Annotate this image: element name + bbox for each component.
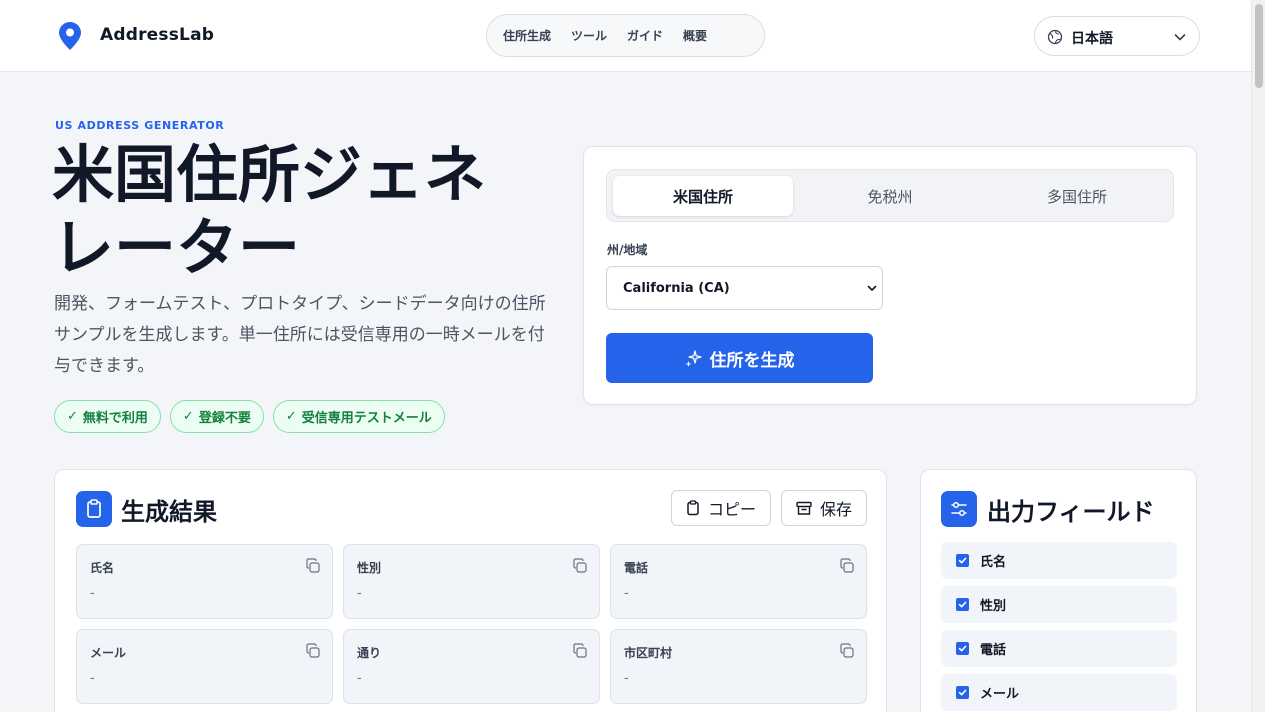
copy-icon[interactable]	[839, 643, 855, 659]
chevron-down-icon	[1174, 34, 1186, 41]
output-field-email-toggle[interactable]: メール	[941, 674, 1177, 711]
copy-icon[interactable]	[572, 643, 588, 659]
state-field-label: 州/地域	[607, 243, 648, 257]
state-select[interactable]: California (CA)	[606, 266, 883, 310]
checkbox-checked-icon[interactable]	[956, 642, 969, 655]
result-field-city: 市区町村 -	[610, 629, 867, 704]
sliders-icon	[941, 491, 977, 527]
field-value: -	[624, 586, 629, 601]
checkbox-label: 氏名	[980, 555, 1007, 570]
copy-icon[interactable]	[839, 558, 855, 574]
checkbox-checked-icon[interactable]	[956, 554, 969, 567]
tab-multi-country[interactable]: 多国住所	[987, 176, 1167, 216]
result-field-gender: 性別 -	[343, 544, 600, 619]
field-label: 氏名	[90, 561, 115, 575]
badge-free: ✓ 無料で利用	[54, 400, 161, 433]
generator-card: 米国住所 免税州 多国住所 州/地域 California (CA) 住所を生成	[583, 146, 1197, 405]
output-field-phone-toggle[interactable]: 電話	[941, 630, 1177, 667]
field-label: 電話	[624, 561, 649, 575]
field-value: -	[90, 671, 95, 686]
check-icon: ✓	[182, 409, 194, 424]
clipboard-icon	[687, 500, 699, 516]
scrollbar-thumb[interactable]	[1255, 4, 1263, 88]
output-fields-title: 出力フィールド	[987, 498, 1155, 526]
save-button[interactable]: 保存	[781, 490, 867, 526]
tab-tax-free-states[interactable]: 免税州	[800, 176, 980, 216]
checkbox-label: メール	[980, 687, 1020, 702]
feature-badges: ✓ 無料で利用 ✓ 登録不要 ✓ 受信専用テストメール	[54, 400, 445, 433]
field-label: 性別	[357, 561, 382, 575]
badge-label: 無料で利用	[82, 411, 148, 426]
result-field-email: メール -	[76, 629, 333, 704]
field-value: -	[357, 671, 362, 686]
field-value: -	[357, 586, 362, 601]
archive-icon	[796, 501, 812, 515]
generate-address-button[interactable]: 住所を生成	[606, 333, 873, 383]
badge-no-signup: ✓ 登録不要	[169, 400, 264, 433]
field-value: -	[624, 671, 629, 686]
output-field-name-toggle[interactable]: 氏名	[941, 542, 1177, 579]
checkbox-checked-icon[interactable]	[956, 598, 969, 611]
sparkles-icon	[685, 349, 702, 367]
field-label: 通り	[357, 646, 382, 660]
state-select-value: California (CA)	[623, 281, 730, 296]
copy-button[interactable]: コピー	[671, 490, 771, 526]
page-title: 米国住所ジェネレーター	[52, 138, 487, 285]
field-label: 市区町村	[624, 646, 673, 660]
nav-item-generate[interactable]: 住所生成	[503, 27, 551, 44]
save-button-label: 保存	[820, 500, 853, 519]
copy-icon[interactable]	[305, 643, 321, 659]
generator-tabs: 米国住所 免税州 多国住所	[606, 169, 1174, 222]
copy-icon[interactable]	[572, 558, 588, 574]
chevron-down-icon	[867, 285, 877, 291]
result-field-phone: 電話 -	[610, 544, 867, 619]
tab-us-address[interactable]: 米国住所	[613, 176, 793, 216]
output-fields-card: 出力フィールド 氏名 性別 電話 メール	[920, 469, 1197, 712]
badge-test-email: ✓ 受信専用テストメール	[272, 400, 445, 433]
globe-icon	[1047, 29, 1063, 45]
page-scrollbar[interactable]	[1251, 0, 1265, 712]
results-title: 生成結果	[121, 498, 217, 526]
generate-button-label: 住所を生成	[709, 350, 795, 371]
field-label: メール	[90, 646, 127, 660]
map-pin-icon	[59, 22, 81, 50]
badge-label: 登録不要	[198, 411, 251, 426]
nav-item-about[interactable]: 概要	[683, 27, 707, 44]
logo-text[interactable]: AddressLab	[100, 25, 214, 45]
clipboard-icon	[76, 491, 112, 527]
hero-eyebrow: US ADDRESS GENERATOR	[55, 119, 225, 132]
checkbox-checked-icon[interactable]	[956, 686, 969, 699]
check-icon: ✓	[285, 409, 297, 424]
checkbox-label: 性別	[980, 599, 1007, 614]
copy-icon[interactable]	[305, 558, 321, 574]
badge-label: 受信専用テストメール	[301, 411, 432, 426]
field-value: -	[90, 586, 95, 601]
result-field-name: 氏名 -	[76, 544, 333, 619]
check-icon: ✓	[67, 409, 78, 424]
nav-item-guide[interactable]: ガイド	[627, 27, 663, 44]
result-field-street: 通り -	[343, 629, 600, 704]
hero-description: 開発、フォームテスト、プロトタイプ、シードデータ向けの住所サンプルを生成します。…	[54, 294, 546, 376]
results-card: 生成結果 コピー 保存 氏名 - 性別 - 電話 - メール - 通り - 市区…	[54, 469, 887, 712]
checkbox-label: 電話	[980, 643, 1007, 658]
output-field-gender-toggle[interactable]: 性別	[941, 586, 1177, 623]
main-nav: 住所生成 ツール ガイド 概要	[486, 14, 765, 57]
nav-item-tools[interactable]: ツール	[571, 27, 607, 44]
language-label: 日本語	[1071, 31, 1113, 47]
copy-button-label: コピー	[708, 500, 757, 519]
language-select[interactable]: 日本語	[1034, 16, 1200, 56]
top-header: AddressLab 住所生成 ツール ガイド 概要 日本語	[0, 0, 1251, 72]
